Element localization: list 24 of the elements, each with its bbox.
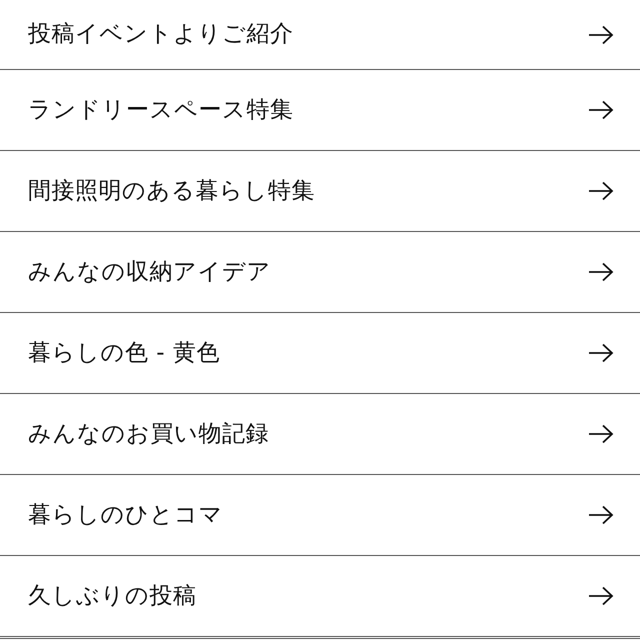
list-item[interactable]: みんなのお買い物記録: [0, 394, 640, 475]
list-item[interactable]: ランドリースペース特集: [0, 70, 640, 151]
arrow-right-icon: [588, 424, 614, 444]
arrow-right-icon: [588, 586, 614, 606]
item-label: みんなのお買い物記録: [28, 420, 269, 449]
list-item[interactable]: みんなの収納アイデア: [0, 232, 640, 313]
item-label: ランドリースペース特集: [28, 96, 294, 125]
arrow-right-icon: [588, 262, 614, 282]
list-item[interactable]: 暮らしのひとコマ: [0, 475, 640, 556]
item-label: 投稿イベントよりご紹介: [28, 20, 294, 50]
arrow-right-icon: [588, 24, 614, 44]
item-label: 間接照明のある暮らし特集: [28, 176, 315, 206]
arrow-right-icon: [588, 100, 614, 120]
list-item[interactable]: 投稿イベントよりご紹介: [0, 0, 640, 70]
arrow-right-icon: [588, 181, 614, 201]
list-item[interactable]: 久しぶりの投稿: [0, 556, 640, 637]
arrow-right-icon: [588, 343, 614, 363]
item-label: 暮らしのひとコマ: [28, 500, 223, 530]
list-item[interactable]: 暮らしの色 - 黄色: [0, 313, 640, 394]
item-label: みんなの収納アイデア: [28, 258, 271, 287]
item-label: 久しぶりの投稿: [28, 582, 196, 611]
item-label: 暮らしの色 - 黄色: [28, 338, 220, 368]
arrow-right-icon: [588, 505, 614, 525]
list-item[interactable]: 間接照明のある暮らし特集: [0, 151, 640, 232]
